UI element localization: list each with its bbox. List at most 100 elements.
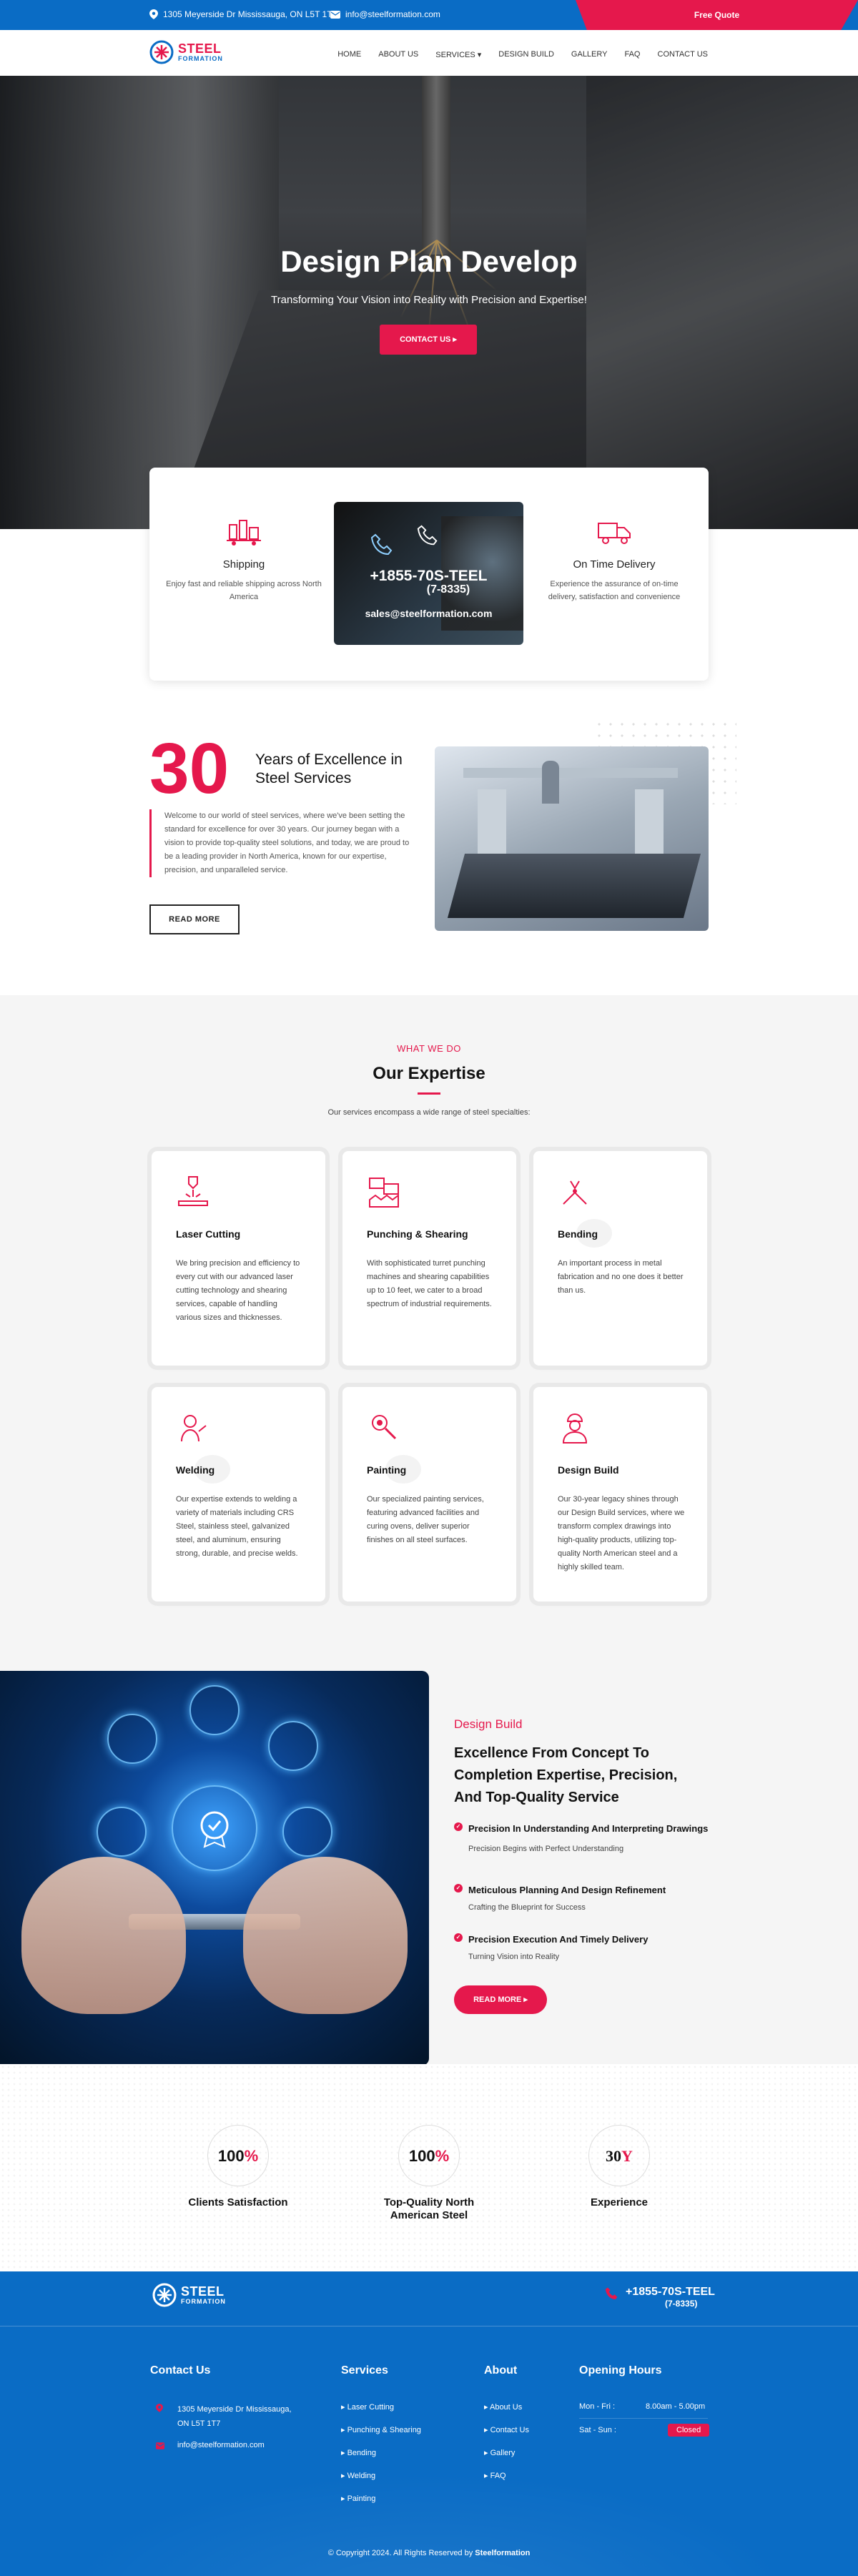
card-text: We bring precision and efficiency to eve…	[176, 1259, 300, 1322]
expertise-tag: WHAT WE DO	[397, 1043, 461, 1054]
about-read-more-button[interactable]: READ MORE	[149, 904, 240, 934]
stat-label: Experience	[590, 2196, 649, 2209]
features-box: Shipping Enjoy fast and reliable shippin…	[149, 468, 709, 681]
nav-item-gallery[interactable]: GALLERY	[571, 50, 608, 59]
address-info: 1305 Meyerside Dr Mississauga, ON L5T 1T…	[149, 9, 337, 19]
envelope-icon	[330, 10, 340, 19]
award-badge-icon	[200, 1811, 229, 1848]
expertise-subtitle: Our services encompass a wide range of s…	[327, 1108, 531, 1117]
email-text[interactable]: info@steelformation.com	[345, 9, 440, 19]
link-label[interactable]: Welding	[347, 2472, 376, 2480]
card-text: With sophisticated turret punching machi…	[367, 1259, 492, 1308]
footer-phone-icon	[605, 2287, 618, 2299]
design-point-3: ✓ Precision Execution And Timely Delivery…	[454, 1933, 711, 1961]
stat-label: Clients Satisfaction	[188, 2196, 288, 2209]
location-pin-icon	[149, 9, 158, 19]
point-subtitle: Precision Begins with Perfect Understand…	[468, 1845, 624, 1853]
nav-item-services[interactable]: SERVICES ▾	[435, 50, 481, 59]
footer-link-punching-shearing[interactable]: ▸ Punching & Shearing	[341, 2425, 421, 2434]
check-icon: ✓	[454, 1822, 463, 1831]
delivery-title: On Time Delivery	[573, 558, 656, 571]
card-title: Punching & Shearing	[367, 1228, 468, 1240]
link-label[interactable]: Bending	[347, 2449, 376, 2457]
design-read-more-button[interactable]: READ MORE ▸	[454, 1985, 547, 2014]
footer-link-laser-cutting[interactable]: ▸ Laser Cutting	[341, 2402, 394, 2412]
footer-link-faq[interactable]: ▸ FAQ	[484, 2471, 506, 2480]
brand-name-bottom: FORMATION	[178, 54, 223, 62]
link-label[interactable]: About Us	[490, 2403, 522, 2412]
service-card-bending[interactable]: Bending An important process in metal fa…	[533, 1151, 707, 1366]
footer-link-gallery[interactable]: ▸ Gallery	[484, 2448, 515, 2457]
left-hand	[21, 1857, 186, 2014]
paint-spray-icon	[372, 1415, 397, 1440]
call-phone-line2: (7-8335)	[426, 583, 470, 596]
call-email[interactable]: sales@steelformation.com	[334, 608, 523, 619]
welding-icon	[181, 1415, 207, 1442]
brand-name-top: STEEL	[178, 41, 222, 56]
hologram-node	[268, 1721, 318, 1771]
card-title: Welding	[176, 1464, 215, 1476]
footer-hours-title: Opening Hours	[579, 2364, 662, 2377]
point-title: Precision Execution And Timely Delivery	[468, 1934, 649, 1945]
top-bar: 1305 Meyerside Dr Mississauga, ON L5T 1T…	[0, 0, 858, 30]
point-subtitle: Crafting the Blueprint for Success	[468, 1903, 586, 1912]
link-label[interactable]: Laser Cutting	[347, 2403, 394, 2412]
phone-icon	[417, 525, 438, 546]
nav-item-home[interactable]: HOME	[337, 50, 361, 59]
weekday-hours: 8.00am - 5.00pm	[646, 2402, 706, 2411]
nav-item-about-us[interactable]: ABOUT US	[378, 50, 418, 59]
check-icon: ✓	[454, 1933, 463, 1942]
link-label[interactable]: Punching & Shearing	[347, 2426, 421, 2434]
hologram-node	[97, 1807, 147, 1857]
service-card-laser-cutting[interactable]: Laser Cutting We bring precision and eff…	[152, 1151, 325, 1366]
machine-bed	[447, 854, 701, 918]
footer-link-contact-us[interactable]: ▸ Contact Us	[484, 2425, 529, 2434]
link-label[interactable]: Gallery	[490, 2449, 516, 2457]
stat-circle: 30Y	[588, 2125, 650, 2186]
hologram-node	[107, 1714, 157, 1764]
service-card-welding[interactable]: Welding Our expertise extends to welding…	[152, 1387, 325, 1602]
link-label[interactable]: FAQ	[490, 2472, 506, 2480]
email-info[interactable]: info@steelformation.com	[330, 9, 440, 19]
punching-shearing-icon	[369, 1178, 399, 1208]
call-card[interactable]: +1855-70S-TEEL (7-8335) sales@steelforma…	[334, 502, 523, 645]
nav-item-faq[interactable]: FAQ	[624, 50, 640, 59]
link-label[interactable]: Contact Us	[490, 2426, 529, 2434]
contact-us-button[interactable]: CONTACT US ▸	[380, 325, 477, 355]
hero-subtitle: Transforming Your Vision into Reality wi…	[271, 294, 587, 306]
nav-item-design-build[interactable]: DESIGN BUILD	[498, 50, 554, 59]
delivery-truck-icon	[598, 523, 631, 544]
stat-steel-quality: 100% Top-Quality North American Steel	[343, 2125, 515, 2222]
nav-item-contact-us[interactable]: CONTACT US	[658, 50, 709, 59]
envelope-icon	[156, 2442, 164, 2449]
stat-experience: 30Y Experience	[533, 2125, 705, 2209]
operator-figure	[542, 761, 559, 804]
card-title: Design Build	[558, 1464, 619, 1476]
link-label[interactable]: Painting	[347, 2494, 376, 2503]
weekday-label: Mon - Fri :	[579, 2402, 616, 2411]
hologram-node	[189, 1685, 240, 1735]
footer-services-title: Services	[341, 2364, 388, 2377]
service-card-punching-shearing[interactable]: Punching & Shearing With sophisticated t…	[342, 1151, 516, 1366]
card-text: An important process in metal fabricatio…	[558, 1259, 684, 1295]
footer-logo[interactable]: STEEL FORMATION	[152, 2283, 226, 2307]
brand-logo[interactable]: STEEL FORMATION	[149, 40, 223, 64]
point-title: Precision In Understanding And Interpret…	[468, 1823, 709, 1834]
shipping-title: Shipping	[222, 558, 265, 571]
bending-icon	[563, 1180, 587, 1205]
footer-link-painting[interactable]: ▸ Painting	[341, 2494, 375, 2503]
about-title: Years of Excellence in Steel Services	[255, 751, 403, 788]
footer-link-welding[interactable]: ▸ Welding	[341, 2471, 375, 2480]
card-text: Our 30-year legacy shines through our De…	[558, 1495, 685, 1571]
footer-email[interactable]: info@steelformation.com	[177, 2441, 265, 2449]
service-card-design-build[interactable]: Design Build Our 30-year legacy shines t…	[533, 1387, 707, 1602]
site-footer: STEEL FORMATION +1855-70S-TEEL (7-8335) …	[0, 2271, 858, 2576]
call-phone-line1[interactable]: +1855-70S-TEEL	[334, 568, 523, 585]
footer-link-about-us[interactable]: ▸ About Us	[484, 2402, 522, 2412]
footer-link-bending[interactable]: ▸ Bending	[341, 2448, 376, 2457]
copyright-brand[interactable]: Steelformation	[475, 2549, 530, 2557]
service-card-painting[interactable]: Painting Our specialized painting servic…	[342, 1387, 516, 1602]
footer-phone-line1[interactable]: +1855-70S-TEEL	[626, 2286, 715, 2299]
about-text: Welcome to our world of steel services, …	[149, 809, 414, 877]
free-quote-button[interactable]: Free Quote	[576, 0, 858, 30]
